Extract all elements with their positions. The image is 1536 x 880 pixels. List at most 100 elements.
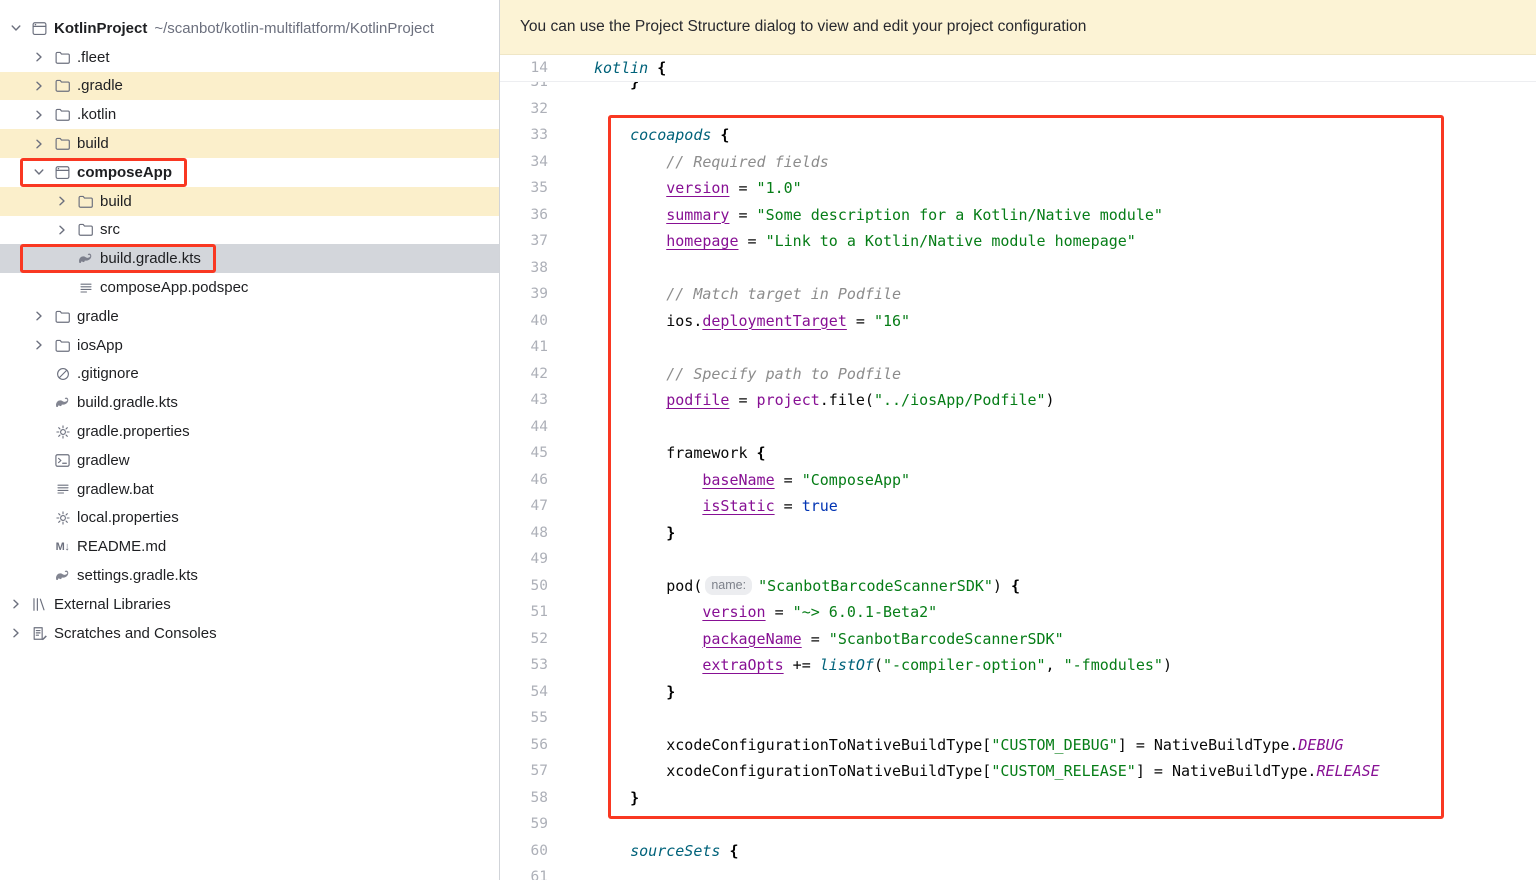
- tree-item-label: build.gradle.kts: [100, 250, 201, 267]
- code-line-57[interactable]: 57xcodeConfigurationToNativeBuildType["C…: [500, 758, 1536, 785]
- code-line-35[interactable]: 35version = "1.0": [500, 175, 1536, 202]
- code-line-61[interactable]: 61: [500, 864, 1536, 880]
- project-tree-panel: KotlinProject~/scanbot/kotlin-multiflatf…: [0, 0, 500, 880]
- code-line-46[interactable]: 46baseName = "ComposeApp": [500, 467, 1536, 494]
- code-line-53[interactable]: 53extraOpts += listOf("-compiler-option"…: [500, 652, 1536, 679]
- code-line-40[interactable]: 40ios.deploymentTarget = "16": [500, 308, 1536, 335]
- code-line-48[interactable]: 48}: [500, 520, 1536, 547]
- code-line-41[interactable]: 41: [500, 334, 1536, 361]
- tree-item-kotlin[interactable]: .kotlin: [0, 100, 499, 129]
- chevron-down-icon[interactable]: [31, 164, 47, 180]
- line-number: 43: [500, 387, 548, 414]
- token-brace: {: [657, 59, 666, 77]
- code-line-32[interactable]: 32: [500, 96, 1536, 123]
- code-line-56[interactable]: 56 xcodeConfigurationToNativeBuildType["C…: [500, 732, 1536, 759]
- tree-item-label: build: [100, 193, 132, 210]
- code-line-38[interactable]: 38: [500, 255, 1536, 282]
- chevron-right-icon[interactable]: [54, 193, 70, 209]
- token-plain: =: [847, 312, 874, 330]
- code-line-33[interactable]: 33cocoapods {: [500, 122, 1536, 149]
- chevron-right-icon[interactable]: [31, 308, 47, 324]
- code-line-55[interactable]: 55: [500, 705, 1536, 732]
- code-line-31[interactable]: 31}: [500, 82, 1536, 96]
- chevron-right-icon[interactable]: [31, 49, 47, 65]
- code-line-42[interactable]: 42// Specify path to Podfile: [500, 361, 1536, 388]
- token-plain: ): [993, 577, 1011, 595]
- token-str: "Some description for a Kotlin/Native mo…: [757, 206, 1163, 224]
- code-line-60[interactable]: 60sourceSets {: [500, 838, 1536, 865]
- code-line-47[interactable]: 47isStatic = true: [500, 493, 1536, 520]
- tree-item-build-gradle-kts[interactable]: build.gradle.kts: [0, 388, 499, 417]
- code-line-58[interactable]: 58}: [500, 785, 1536, 812]
- token-str: "CUSTOM_DEBUG": [991, 736, 1117, 754]
- tree-item-src[interactable]: src: [0, 216, 499, 245]
- chevron-right-icon[interactable]: [8, 625, 24, 641]
- code-line-50[interactable]: 50pod(name:"ScanbotBarcodeScannerSDK") {: [500, 573, 1536, 600]
- chevron-right-icon[interactable]: [31, 136, 47, 152]
- code-line-59[interactable]: 59: [500, 811, 1536, 838]
- token-plain: .file(: [820, 391, 874, 409]
- tree-item-label: build: [77, 135, 109, 152]
- code-line-44[interactable]: 44: [500, 414, 1536, 441]
- code-text: }: [594, 785, 639, 812]
- code-line-52[interactable]: 52packageName = "ScanbotBarcodeScannerSD…: [500, 626, 1536, 653]
- tree-item-local-properties[interactable]: local.properties: [0, 504, 499, 533]
- gradle-icon: [77, 250, 94, 267]
- ide-window: KotlinProject~/scanbot/kotlin-multiflatf…: [0, 0, 1536, 880]
- code-area[interactable]: 31}3233cocoapods {34// Required fields35…: [500, 82, 1536, 880]
- tree-item-gradle-properties[interactable]: gradle.properties: [0, 417, 499, 446]
- token-prop: podfile: [666, 391, 729, 409]
- line-number: 54: [500, 679, 548, 706]
- code-text: isStatic = true: [594, 493, 838, 520]
- tree-item-external-libraries[interactable]: External Libraries: [0, 590, 499, 619]
- tree-item-iosapp[interactable]: iosApp: [0, 331, 499, 360]
- code-line-37[interactable]: 37homepage = "Link to a Kotlin/Native mo…: [500, 228, 1536, 255]
- code-line-34[interactable]: 34// Required fields: [500, 149, 1536, 176]
- token-prop: packageName: [702, 630, 801, 648]
- tree-item-label: iosApp: [77, 337, 123, 354]
- project-tree: KotlinProject~/scanbot/kotlin-multiflatf…: [0, 14, 499, 648]
- code-line-43[interactable]: 43podfile = project.file("../iosApp/Podf…: [500, 387, 1536, 414]
- tree-item-composeapp[interactable]: composeApp: [0, 158, 499, 187]
- tree-item-build-gradle-kts[interactable]: build.gradle.kts: [0, 244, 499, 273]
- tree-item-label: .kotlin: [77, 106, 116, 123]
- token-str: "16": [874, 312, 910, 330]
- tree-item-gradlew[interactable]: gradlew: [0, 446, 499, 475]
- line-number: 56: [500, 732, 548, 759]
- tree-item-settings-gradle-kts[interactable]: settings.gradle.kts: [0, 561, 499, 590]
- code-line-51[interactable]: 51version = "~> 6.0.1-Beta2": [500, 599, 1536, 626]
- code-text: }: [594, 679, 675, 706]
- tree-item-kotlinproject[interactable]: KotlinProject~/scanbot/kotlin-multiflatf…: [0, 14, 499, 43]
- chevron-right-icon[interactable]: [31, 78, 47, 94]
- token-badge: name:: [705, 576, 752, 595]
- tree-item-composeapp-podspec[interactable]: composeApp.podspec: [0, 273, 499, 302]
- token-str: "-compiler-option": [883, 656, 1046, 674]
- token-prop: version: [702, 603, 765, 621]
- code-line-39[interactable]: 39// Match target in Podfile: [500, 281, 1536, 308]
- token-plain: =: [729, 179, 756, 197]
- tree-item-build[interactable]: build: [0, 187, 499, 216]
- token-plain: =: [775, 471, 802, 489]
- tree-item-gradle[interactable]: .gradle: [0, 72, 499, 101]
- chevron-right-icon[interactable]: [54, 222, 70, 238]
- line-number: 58: [500, 785, 548, 812]
- chevron-right-icon[interactable]: [8, 596, 24, 612]
- code-line-45[interactable]: 45framework {: [500, 440, 1536, 467]
- line-number: 61: [500, 864, 548, 880]
- tree-item-fleet[interactable]: .fleet: [0, 43, 499, 72]
- tree-item-build[interactable]: build: [0, 129, 499, 158]
- tree-item-gradlew-bat[interactable]: gradlew.bat: [0, 475, 499, 504]
- tree-item-gitignore[interactable]: .gitignore: [0, 360, 499, 389]
- tree-item-scratches-and-consoles[interactable]: Scratches and Consoles: [0, 619, 499, 648]
- chevron-down-icon[interactable]: [8, 20, 24, 36]
- token-fn: listOf: [820, 656, 874, 674]
- code-text: pod(name:"ScanbotBarcodeScannerSDK") {: [594, 573, 1020, 600]
- token-plain: xcodeConfigurationToNativeBuildType[: [666, 736, 991, 754]
- tree-item-gradle[interactable]: gradle: [0, 302, 499, 331]
- code-line-36[interactable]: 36summary = "Some description for a Kotl…: [500, 202, 1536, 229]
- code-line-49[interactable]: 49: [500, 546, 1536, 573]
- chevron-right-icon[interactable]: [31, 337, 47, 353]
- tree-item-readme-md[interactable]: M↓README.md: [0, 532, 499, 561]
- code-line-54[interactable]: 54}: [500, 679, 1536, 706]
- chevron-right-icon[interactable]: [31, 107, 47, 123]
